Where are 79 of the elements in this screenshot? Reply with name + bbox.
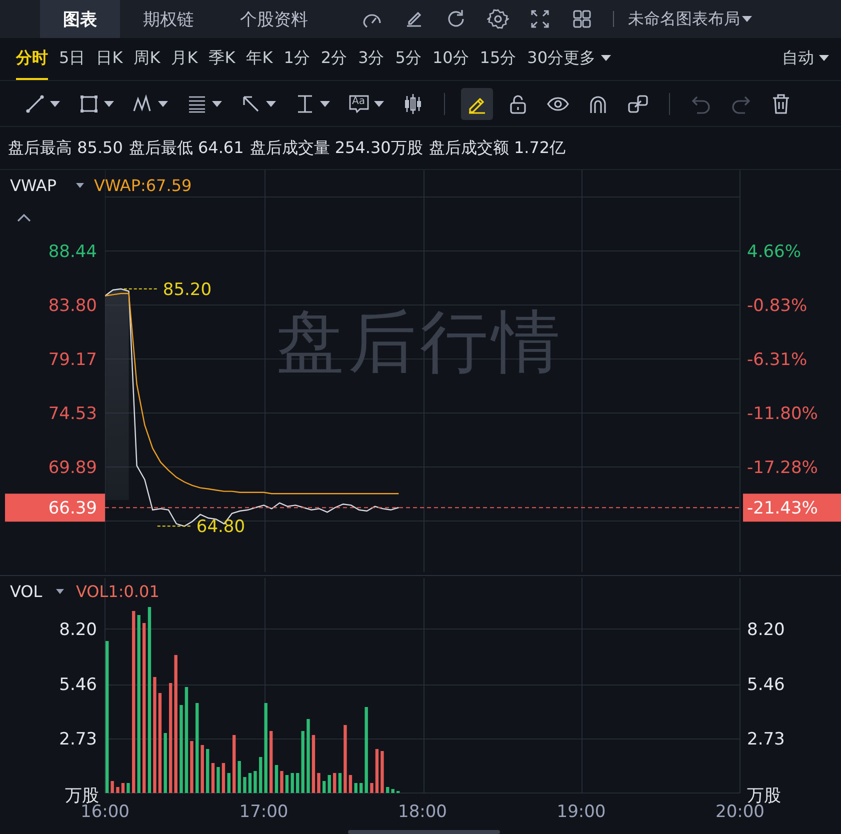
caret-icon: [212, 100, 222, 108]
price-axis-label: 79.17: [48, 350, 97, 370]
caret-icon: [50, 100, 60, 108]
top-tab[interactable]: 图表: [40, 0, 120, 38]
volume-axis-label: 2.73: [59, 729, 97, 750]
price-axis-label: 74.53: [48, 404, 97, 424]
more-dropdown[interactable]: 更多: [564, 38, 611, 80]
volume-axis-label: 8.20: [59, 620, 97, 640]
caret-icon: [374, 100, 384, 108]
volume-axis-label: 8.20: [747, 620, 785, 640]
settings-icon[interactable]: [487, 8, 509, 30]
caret-icon[interactable]: [56, 589, 64, 594]
caret-icon: [320, 100, 330, 108]
period-tab[interactable]: 5分: [395, 38, 422, 80]
stat-text: 盘后成交量 254.30万股: [250, 138, 423, 159]
period-tab[interactable]: 1分: [284, 38, 310, 80]
current-price-badge: 66.39: [5, 494, 105, 522]
period-tab[interactable]: 季K: [208, 38, 236, 80]
price-axis-label: 88.44: [48, 242, 97, 262]
annotation: 85.20: [162, 280, 212, 300]
price-axis-label: 69.89: [48, 458, 97, 478]
price-axis-label: 83.80: [48, 296, 97, 316]
percent-axis-label: -0.83%: [747, 296, 808, 316]
percent-axis-label: -6.31%: [747, 350, 808, 370]
candlestick-icon: [402, 92, 424, 115]
period-tab[interactable]: 年K: [246, 38, 273, 80]
volume-axis-label: 5.46: [747, 674, 785, 695]
caret-icon: [266, 100, 276, 108]
scrollbar-thumb[interactable]: [348, 830, 500, 834]
period-tab[interactable]: 2分: [320, 38, 348, 80]
link-icon: [627, 92, 649, 115]
caret-icon: [742, 15, 752, 23]
period-tab[interactable]: 15分: [480, 38, 516, 80]
caret-icon: [104, 100, 114, 108]
text-tool-button[interactable]: Aa: [344, 88, 388, 120]
percent-axis-label: -11.80%: [747, 404, 818, 424]
unlock-icon: [507, 92, 529, 115]
time-axis-label: 18:00: [398, 802, 447, 822]
percent-axis-label: -17.28%: [747, 458, 818, 478]
collapse-icon[interactable]: [17, 214, 31, 222]
fullscreen-icon[interactable]: [529, 8, 551, 30]
speech-bubble-icon: [348, 92, 370, 115]
period-tab[interactable]: 日K: [96, 38, 123, 80]
period-tab[interactable]: 月K: [171, 38, 198, 80]
period-tab[interactable]: 分时: [16, 38, 48, 80]
grid-icon[interactable]: [571, 8, 593, 30]
stat-text: 盘后最低 64.61: [128, 138, 244, 159]
ref-line-label: 66.39: [48, 498, 97, 519]
volume-axis-label: 2.73: [747, 729, 785, 750]
stat-text: 盘后成交额 1.72亿: [428, 138, 566, 159]
percent-axis-label: 4.66%: [747, 242, 802, 262]
layout-dropdown[interactable]: 未命名图表布局: [628, 8, 752, 30]
time-axis-label: 19:00: [556, 802, 606, 822]
indicator-value: VOL1:0.01: [76, 582, 160, 601]
line-tool-icon: [24, 92, 46, 115]
pencil-tool-button[interactable]: [461, 88, 493, 120]
caret-icon: [600, 54, 611, 62]
indicator-value: VWAP:67.59: [94, 176, 192, 195]
top-tab[interactable]: 个股资料: [217, 0, 331, 38]
caret-icon: [819, 54, 829, 62]
stat-text: 盘后最高 85.50: [8, 138, 123, 159]
text-tool-label: Aa: [352, 96, 365, 107]
current-change-badge: -21.43%: [743, 494, 841, 522]
time-axis-label: 17:00: [239, 802, 288, 822]
trash-icon: [770, 92, 792, 115]
rectangle-icon: [78, 92, 100, 115]
caret-icon[interactable]: [76, 183, 84, 188]
indicator-name[interactable]: VOL: [10, 582, 42, 601]
period-tab[interactable]: 30分: [527, 38, 564, 80]
period-tab[interactable]: 10分: [432, 38, 469, 80]
period-tab[interactable]: 周K: [134, 38, 160, 80]
caret-icon: [158, 100, 168, 108]
annotation: 64.80: [196, 517, 246, 538]
indicator-name[interactable]: VWAP: [10, 176, 56, 195]
top-tab[interactable]: 期权链: [120, 0, 217, 38]
volume-axis-label: 5.46: [59, 674, 97, 695]
period-tab[interactable]: 3分: [358, 38, 384, 80]
period-tab[interactable]: 5日: [59, 38, 86, 80]
scale-dropdown[interactable]: 自动: [782, 38, 829, 80]
